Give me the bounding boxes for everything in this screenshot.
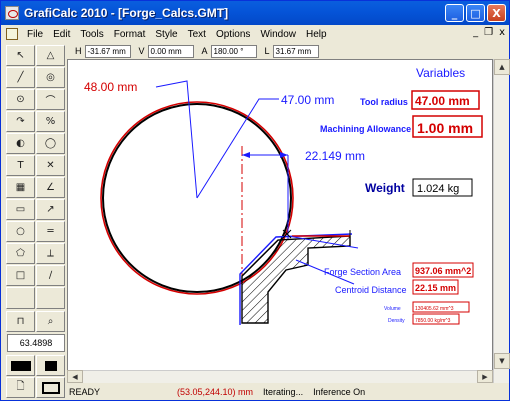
dim-47-label: 47.00 mm [281, 93, 334, 107]
tool-radius-label: Tool radius [360, 97, 408, 107]
scroll-down-icon[interactable]: ▼ [494, 353, 510, 369]
toolbox: ↖ △ ╱ ◎ ⊙ ⌒ ↷ % ◐ ◯ T ✕ ▦ ∠ ▭ ↗ ○ ═ ⬠ ⟂ … [4, 43, 67, 399]
menu-file[interactable]: File [22, 29, 48, 40]
tool-radius-value: 47.00 mm [415, 94, 470, 108]
blank-tool-a[interactable] [6, 287, 35, 309]
l-label: L [264, 46, 270, 56]
select-arrow-icon[interactable]: ↖ [6, 45, 35, 66]
forge-area-value: 937.06 mm^2 [415, 266, 471, 276]
triangle-icon[interactable]: △ [36, 45, 65, 66]
circle-double-icon[interactable]: ◯ [36, 133, 65, 154]
h-field[interactable]: -31.67 mm [84, 44, 131, 58]
menu-edit[interactable]: Edit [48, 29, 75, 40]
menu-bar: File Edit Tools Format Style Text Option… [1, 25, 509, 43]
volume-label: Volume [384, 306, 401, 312]
l-field[interactable]: 31.67 mm [272, 44, 319, 58]
diagonal-dimension-icon[interactable]: ↗ [36, 199, 65, 220]
maximize-button[interactable]: □ [466, 4, 485, 22]
status-ready: READY [69, 387, 101, 397]
h-label: H [75, 46, 82, 56]
circle-point-icon[interactable]: ◎ [36, 67, 65, 88]
drawing-canvas[interactable]: 48.00 mm 47.00 mm 22.149 mm Variables To… [67, 59, 493, 383]
mdi-minimize-button[interactable]: _ [473, 27, 478, 38]
perpendicular-icon[interactable]: ⟂ [36, 243, 65, 264]
close-button[interactable]: X [487, 4, 506, 22]
menu-format[interactable]: Format [109, 29, 151, 40]
menu-tools[interactable]: Tools [75, 29, 108, 40]
line-tool-icon[interactable]: ╱ [6, 67, 35, 88]
status-iterating: Iterating... [263, 387, 304, 397]
scroll-left-icon[interactable]: ◀ [67, 370, 83, 383]
parallel-lines-icon[interactable]: ═ [36, 221, 65, 242]
mdi-restore-button[interactable]: ❐ [484, 27, 493, 38]
volume-value: 130405.62 mm^3 [415, 306, 454, 312]
fill-color-icon[interactable]: □ [6, 265, 35, 286]
line-color-icon[interactable] [6, 355, 35, 376]
status-coordinates: (53.05,244.10) mm [177, 387, 254, 397]
variables-title: Variables [416, 66, 465, 80]
angle-line-icon[interactable]: ∠ [36, 177, 65, 198]
slope-line-icon[interactable]: ∕ [36, 265, 65, 286]
window-icon[interactable] [36, 377, 65, 398]
minimize-button[interactable]: _ [445, 4, 464, 22]
window-title: GrafiCalc 2010 - [Forge_Calcs.GMT] [24, 6, 229, 20]
dim-48-label: 48.00 mm [84, 80, 137, 94]
circle-tangent-icon[interactable]: ◐ [6, 133, 35, 154]
density-value: 7850.00 kg/m^3 [415, 318, 451, 324]
title-bar[interactable]: GrafiCalc 2010 - [Forge_Calcs.GMT] _ □ X [1, 1, 509, 25]
forge-section [241, 235, 351, 324]
blank-tool-b[interactable] [36, 287, 65, 309]
v-field[interactable]: 0.00 mm [147, 44, 194, 58]
rect-dimension-icon[interactable]: ▭ [6, 199, 35, 220]
radius-48-leader [155, 80, 198, 199]
machining-allowance-label: Machining Allowance [320, 124, 411, 134]
centroid-distance-label: Centroid Distance [335, 285, 407, 295]
drawing-svg: 48.00 mm 47.00 mm 22.149 mm Variables To… [84, 66, 483, 325]
scroll-up-icon[interactable]: ▲ [494, 59, 510, 75]
page-icon[interactable]: 🗋 [6, 377, 35, 398]
forge-area-label: Forge Section Area [324, 267, 401, 277]
menu-options[interactable]: Options [211, 29, 255, 40]
menu-help[interactable]: Help [301, 29, 332, 40]
fill-style-icon[interactable] [36, 355, 65, 376]
circle-3pt-icon[interactable]: ○ [6, 221, 35, 242]
app-icon [5, 6, 19, 20]
dim-22-label: 22.149 mm [305, 149, 365, 163]
dim-arrow-left [242, 152, 250, 158]
centroid-distance-value: 22.15 mm [415, 283, 456, 293]
scroll-right-icon[interactable]: ▶ [477, 370, 493, 383]
menu-window[interactable]: Window [255, 29, 301, 40]
grid-icon[interactable]: ▦ [6, 177, 35, 198]
horizontal-scrollbar[interactable]: ◀ ▶ [67, 370, 493, 383]
weight-value: 1.024 kg [417, 183, 459, 195]
menu-style[interactable]: Style [150, 29, 182, 40]
percent-icon[interactable]: % [36, 111, 65, 132]
v-label: V [138, 46, 145, 56]
arc-edit-icon[interactable]: ↷ [6, 111, 35, 132]
zoom-tool-icon[interactable]: ⌕ [36, 311, 65, 332]
offset-tool-icon[interactable]: ⊓ [6, 311, 35, 332]
machining-allowance-value: 1.00 mm [417, 120, 473, 136]
text-tool-icon[interactable]: T [6, 155, 35, 176]
document-icon[interactable] [6, 28, 18, 40]
a-label: A [201, 46, 208, 56]
vertical-scrollbar[interactable]: ▲ ▼ [493, 59, 510, 383]
mdi-close-button[interactable]: x [499, 27, 505, 38]
status-bar: READY (53.05,244.10) mm Iterating... Inf… [67, 384, 509, 400]
value-readout: 63.4898 [7, 334, 65, 352]
status-inference: Inference On [313, 387, 366, 397]
arc-icon[interactable]: ⌒ [36, 89, 65, 110]
polygon-icon[interactable]: ⬠ [6, 243, 35, 264]
cross-icon[interactable]: ✕ [36, 155, 65, 176]
a-field[interactable]: 180.00 ° [210, 44, 257, 58]
density-label: Density [388, 318, 405, 324]
coordinate-bar: H -31.67 mm V 0.00 mm A 180.00 ° L 31.67… [67, 43, 509, 59]
app-window: GrafiCalc 2010 - [Forge_Calcs.GMT] _ □ X… [0, 0, 510, 401]
weight-label: Weight [365, 181, 405, 195]
menu-text[interactable]: Text [183, 29, 211, 40]
circle-center-icon[interactable]: ⊙ [6, 89, 35, 110]
